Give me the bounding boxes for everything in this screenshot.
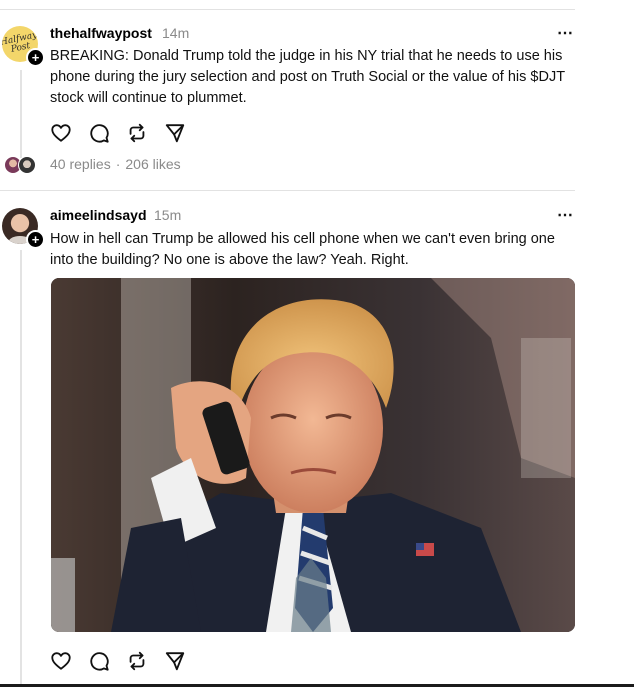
more-options-icon[interactable]: ⋯ <box>557 23 573 43</box>
send-icon[interactable] <box>164 122 186 144</box>
post-timestamp[interactable]: 14m <box>162 25 189 41</box>
post-text: How in hell can Trump be allowed his cel… <box>50 231 555 268</box>
post-actions <box>50 122 186 144</box>
send-icon[interactable] <box>164 650 186 672</box>
photo-man-on-phone-icon <box>51 278 575 632</box>
post-photo[interactable] <box>51 278 575 632</box>
follow-plus-icon[interactable]: + <box>26 230 45 249</box>
post-timestamp[interactable]: 15m <box>154 207 181 223</box>
follow-plus-icon[interactable]: + <box>26 48 45 67</box>
replies-count-link[interactable]: 40 replies <box>50 156 111 172</box>
repost-icon[interactable] <box>126 650 148 672</box>
post-username[interactable]: thehalfwaypost <box>50 25 152 41</box>
threads-feed: Halfway Post + thehalfwaypost 14m ⋯ BREAK… <box>0 0 634 687</box>
comment-icon[interactable] <box>88 122 110 144</box>
reply-avatars <box>4 156 40 174</box>
thread-line <box>20 250 22 687</box>
thread-line <box>20 70 22 158</box>
heart-icon[interactable] <box>50 122 72 144</box>
comment-icon[interactable] <box>88 650 110 672</box>
more-options-icon[interactable]: ⋯ <box>557 205 573 225</box>
separator: · <box>115 156 121 172</box>
likes-count-link[interactable]: 206 likes <box>125 156 180 172</box>
post-actions <box>50 650 186 672</box>
post-stats: 40 replies · 206 likes <box>50 156 181 172</box>
post-username[interactable]: aimeelindsayd <box>50 207 147 223</box>
post-text: BREAKING: Donald Trump told the judge in… <box>50 48 565 106</box>
divider <box>0 190 575 191</box>
avatar <box>18 156 36 174</box>
repost-icon[interactable] <box>126 122 148 144</box>
divider <box>0 9 575 10</box>
heart-icon[interactable] <box>50 650 72 672</box>
